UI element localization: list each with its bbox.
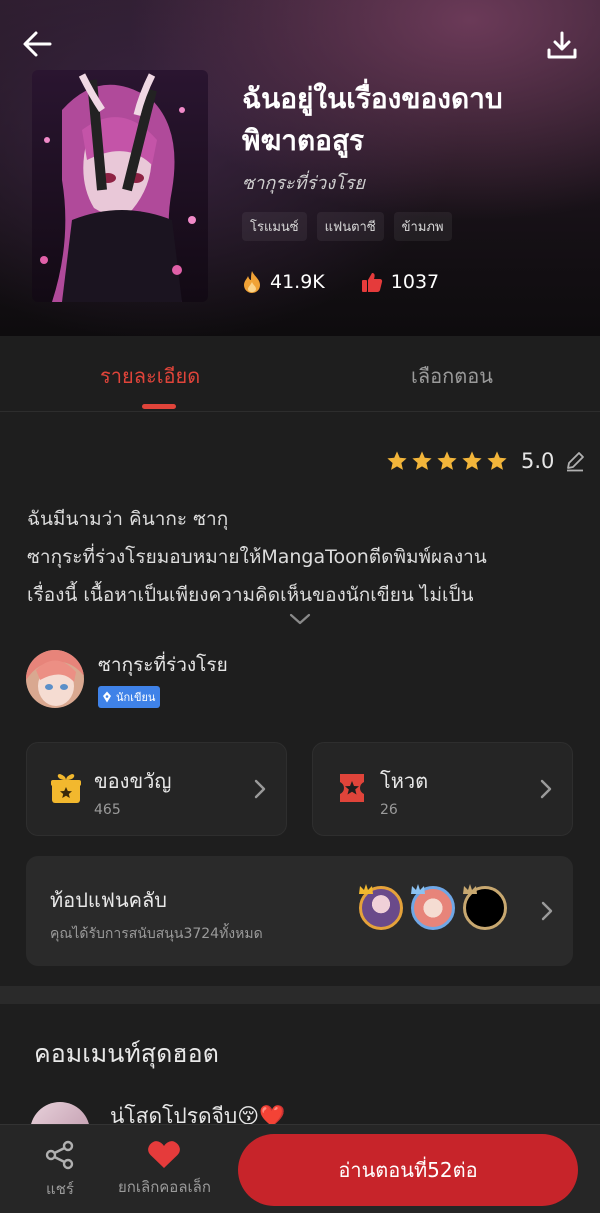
chevron-down-icon[interactable] [289, 612, 311, 626]
views-stat: 41.9K [242, 270, 325, 294]
book-stats: 41.9K 1037 [242, 270, 475, 294]
tab-episodes[interactable]: เลือกตอน [411, 360, 493, 392]
gift-label: ของขวัญ [94, 769, 172, 793]
star-icon [387, 451, 407, 470]
gift-count: 465 [94, 802, 121, 818]
ticket-icon [340, 774, 364, 802]
top-fan-avatar[interactable] [359, 884, 403, 930]
star-icon [487, 451, 507, 470]
chevron-right-icon [540, 779, 552, 799]
edit-icon[interactable] [564, 450, 586, 472]
star-icon [437, 451, 457, 470]
rating-value: 5.0 [521, 449, 555, 473]
likes-count: 1037 [390, 271, 440, 293]
vote-card[interactable]: โหวต 26 [312, 742, 573, 836]
description-line: เรื่องนี้ เนื้อหาเป็นเพียงความคิดเห็นของ… [27, 584, 474, 606]
remove-from-collection-button[interactable]: ยกเลิกคอลเล็ก [118, 1139, 211, 1199]
tab-bar: รายละเอียด เลือกตอน [0, 336, 600, 412]
continue-reading-button[interactable]: อ่านตอนที่52ต่อ [238, 1134, 578, 1206]
rating-row[interactable]: 5.0 [386, 449, 586, 473]
star-icon [462, 451, 482, 470]
fan-club-title: ท้อปแฟนคลับ [50, 888, 167, 912]
remove-collection-label: ยกเลิกคอลเล็ก [118, 1178, 211, 1196]
chevron-right-icon [541, 901, 553, 921]
hot-comments-title: คอมเมนท์สุดฮอต [34, 1039, 219, 1068]
section-divider [0, 986, 600, 1004]
avatar[interactable] [26, 650, 84, 708]
book-description[interactable]: ฉันมีนามว่า คินากะ ซากุ ซากุระที่ร่วงโรย… [27, 500, 575, 614]
genre-tag[interactable]: แฟนตาซี [316, 212, 384, 241]
share-label: แชร์ [46, 1180, 74, 1198]
download-icon [547, 31, 577, 59]
author-info: ซากุระที่ร่วงโรย นักเขียน [98, 650, 228, 708]
fire-icon [244, 271, 260, 293]
book-title: ฉันอยู่ในเรื่องของดาบ พิฆาตอสูร [242, 78, 582, 162]
genre-tag[interactable]: โรแมนซ์ [242, 212, 307, 241]
vote-count: 26 [380, 802, 398, 818]
crown-icon [359, 884, 373, 894]
top-fan-club-card[interactable]: ท้อปแฟนคลับ คุณได้รับการสนับสนุน3724ทั้ง… [26, 856, 573, 966]
crown-icon [411, 884, 425, 894]
vote-label: โหวต [380, 769, 429, 793]
top-fan-avatar[interactable] [463, 884, 507, 930]
description-line: ฉันมีนามว่า คินากะ ซากุ [27, 508, 229, 530]
book-cover [32, 70, 208, 302]
arrow-left-icon [23, 31, 52, 57]
genre-tag[interactable]: ข้ามภพ [393, 212, 452, 241]
back-button[interactable] [20, 26, 56, 62]
gift-card[interactable]: ของขวัญ 465 [26, 742, 287, 836]
book-title-line2: พิฆาตอสูร [242, 124, 365, 157]
gift-icon [51, 774, 81, 803]
share-icon [45, 1140, 74, 1170]
likes-stat: 1037 [361, 271, 439, 293]
top-fans [359, 884, 507, 930]
writer-badge: นักเขียน [98, 686, 161, 708]
views-count: 41.9K [270, 271, 325, 293]
thumbs-up-icon [361, 273, 382, 292]
chevron-right-icon [254, 779, 266, 799]
crown-icon [463, 884, 477, 894]
fan-club-subtitle: คุณได้รับการสนับสนุน3724ทั้งหมด [50, 926, 263, 942]
book-header: ฉันอยู่ในเรื่องของดาบ พิฆาตอสูร ซากุระที… [0, 0, 600, 336]
pen-nib-icon [103, 691, 111, 703]
writer-badge-label: นักเขียน [116, 691, 156, 704]
description-line: ซากุระที่ร่วงโรยมอบหมายให้MangaToonตีดพิ… [27, 546, 487, 568]
star-icon [412, 451, 432, 470]
tab-details[interactable]: รายละเอียด [100, 360, 200, 392]
bottom-action-bar: แชร์ ยกเลิกคอลเล็ก อ่านตอนที่52ต่อ [0, 1124, 600, 1213]
author-name[interactable]: ซากุระที่ร่วงโรย [98, 650, 228, 680]
author-row[interactable]: ซากุระที่ร่วงโรย นักเขียน [26, 650, 228, 708]
top-fan-avatar[interactable] [411, 884, 455, 930]
book-title-line1: ฉันอยู่ในเรื่องของดาบ [242, 82, 503, 115]
share-button[interactable]: แชร์ [44, 1139, 76, 1201]
active-tab-indicator [142, 404, 176, 409]
download-button[interactable] [544, 28, 580, 64]
book-author[interactable]: ซากุระที่ร่วงโรย [242, 168, 365, 197]
genre-tags: โรแมนซ์ แฟนตาซี ข้ามภพ [242, 212, 452, 241]
heart-icon [148, 1141, 181, 1168]
